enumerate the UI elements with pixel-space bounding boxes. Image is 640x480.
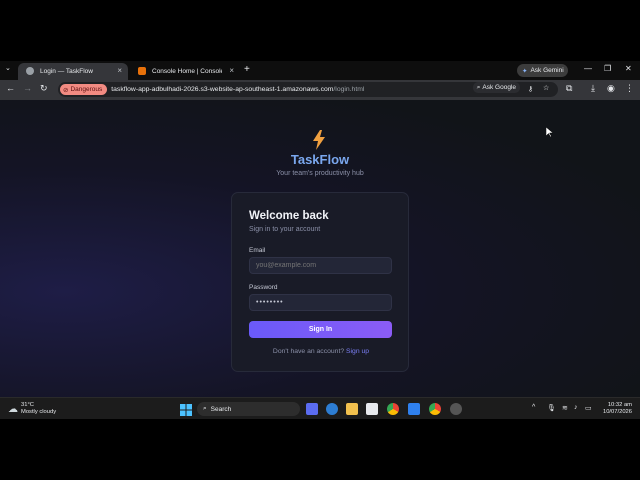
forward-icon[interactable]: → bbox=[23, 83, 32, 93]
taskbar-search[interactable]: ⌕ Search bbox=[197, 402, 300, 416]
wifi-icon[interactable]: ≋ bbox=[562, 404, 568, 412]
screen: ⌄ Login — TaskFlow × Console Home | Cons… bbox=[0, 61, 640, 419]
gemini-icon: ✦ bbox=[522, 67, 528, 75]
menu-icon[interactable]: ⋮ bbox=[625, 83, 634, 94]
bolt-logo-icon bbox=[313, 130, 325, 150]
login-page: TaskFlow Your team's productivity hub We… bbox=[0, 100, 640, 419]
chrome-icon[interactable] bbox=[387, 403, 399, 415]
tab-search-icon[interactable]: ⌄ bbox=[5, 64, 11, 72]
login-card: Welcome back Sign in to your account Ema… bbox=[231, 192, 409, 372]
vscode-icon[interactable] bbox=[408, 403, 420, 415]
search-icon: ⌕ bbox=[203, 405, 207, 412]
tab-login[interactable]: Login — TaskFlow × bbox=[18, 63, 128, 80]
url-path: /login.html bbox=[333, 86, 365, 93]
sign-in-button[interactable]: Sign In bbox=[249, 321, 392, 338]
clock-date: 10/07/2026 bbox=[602, 409, 632, 415]
battery-icon[interactable]: ▭ bbox=[585, 404, 592, 412]
aws-icon bbox=[138, 67, 146, 75]
extensions-icon[interactable]: ⧉ bbox=[566, 83, 572, 94]
password-label: Password bbox=[249, 284, 278, 291]
globe-icon bbox=[26, 67, 34, 75]
ask-google-label: Ask Google bbox=[482, 84, 516, 91]
ask-gemini-button[interactable]: ✦ Ask Gemini bbox=[517, 64, 568, 77]
back-icon[interactable]: ← bbox=[6, 83, 15, 93]
tray-chevron-icon[interactable]: ^ bbox=[532, 404, 535, 411]
url-text: taskflow-app-adbulhadi-2026.s3-website-a… bbox=[111, 86, 364, 93]
bookmark-star-icon[interactable]: ☆ bbox=[543, 84, 549, 92]
edge-icon[interactable] bbox=[326, 403, 338, 415]
brand-title: TaskFlow bbox=[290, 152, 350, 167]
tab-strip: ⌄ Login — TaskFlow × Console Home | Cons… bbox=[0, 61, 640, 80]
weather-temp: 31°C bbox=[21, 402, 34, 408]
card-title: Welcome back bbox=[249, 210, 329, 222]
signup-prompt: Don't have an account? Sign up bbox=[232, 348, 410, 355]
store-icon[interactable] bbox=[366, 403, 378, 415]
tab-title: Console Home | Console Home bbox=[152, 68, 222, 75]
app-icon[interactable] bbox=[450, 403, 462, 415]
close-window-icon[interactable]: ✕ bbox=[625, 64, 632, 73]
profile-avatar[interactable]: ◉ bbox=[607, 83, 615, 94]
weather-desc: Mostly cloudy bbox=[21, 409, 57, 415]
ask-google-button[interactable]: ⌕ Ask Google bbox=[472, 82, 520, 93]
chrome-profile-icon[interactable] bbox=[429, 403, 441, 415]
system-clock[interactable]: 10:32 am 10/07/2026 bbox=[598, 402, 632, 416]
card-subtitle: Sign in to your account bbox=[249, 226, 321, 233]
mouse-cursor-icon bbox=[546, 127, 553, 137]
password-key-icon[interactable]: ⚷ bbox=[528, 85, 533, 93]
volume-icon[interactable]: ♪ bbox=[574, 404, 578, 411]
email-label: Email bbox=[249, 247, 266, 254]
microphone-icon[interactable]: 🎙 bbox=[547, 404, 556, 412]
url-host: taskflow-app-adbulhadi-2026.s3-website-a… bbox=[111, 86, 334, 93]
security-label: Dangerous bbox=[70, 86, 103, 93]
minimize-icon[interactable]: — bbox=[584, 64, 592, 73]
email-field[interactable] bbox=[249, 257, 392, 274]
signup-text: Don't have an account? bbox=[272, 348, 345, 355]
brand-tagline: Your team's productivity hub bbox=[276, 170, 364, 177]
password-field[interactable]: •••••••• bbox=[249, 294, 392, 311]
clock-time: 10:32 am bbox=[607, 402, 632, 408]
file-explorer-icon[interactable] bbox=[346, 403, 358, 415]
close-icon[interactable]: × bbox=[229, 66, 234, 75]
close-icon[interactable]: × bbox=[117, 66, 122, 75]
signup-link[interactable]: Sign up bbox=[346, 348, 369, 355]
ask-gemini-label: Ask Gemini bbox=[530, 67, 564, 74]
cloud-icon: ☁ bbox=[8, 403, 18, 415]
security-chip[interactable]: ⊘ Dangerous bbox=[60, 84, 108, 95]
tab-title: Login — TaskFlow bbox=[40, 68, 93, 75]
weather-widget[interactable]: ☁ 31°C Mostly cloudy bbox=[8, 402, 56, 416]
tab-console-home[interactable]: Console Home | Console Home × bbox=[130, 63, 240, 80]
new-tab-button[interactable]: + bbox=[244, 64, 250, 75]
browser-toolbar: ← → ↻ ⊘ Dangerous taskflow-app-adbulhadi… bbox=[0, 80, 640, 100]
windows-taskbar: ☁ 31°C Mostly cloudy ⌕ Search ^ 🎙 ≋ ♪ ▭ … bbox=[0, 397, 640, 419]
restore-icon[interactable]: ❐ bbox=[604, 64, 611, 73]
warning-icon: ⊘ bbox=[63, 86, 69, 94]
search-label: Search bbox=[210, 405, 232, 413]
download-icon[interactable]: ⤓ bbox=[591, 83, 595, 94]
copilot-icon[interactable] bbox=[306, 403, 318, 415]
lens-icon: ⌕ bbox=[476, 83, 481, 91]
reload-icon[interactable]: ↻ bbox=[40, 83, 48, 94]
windows-start-icon[interactable] bbox=[180, 403, 192, 416]
